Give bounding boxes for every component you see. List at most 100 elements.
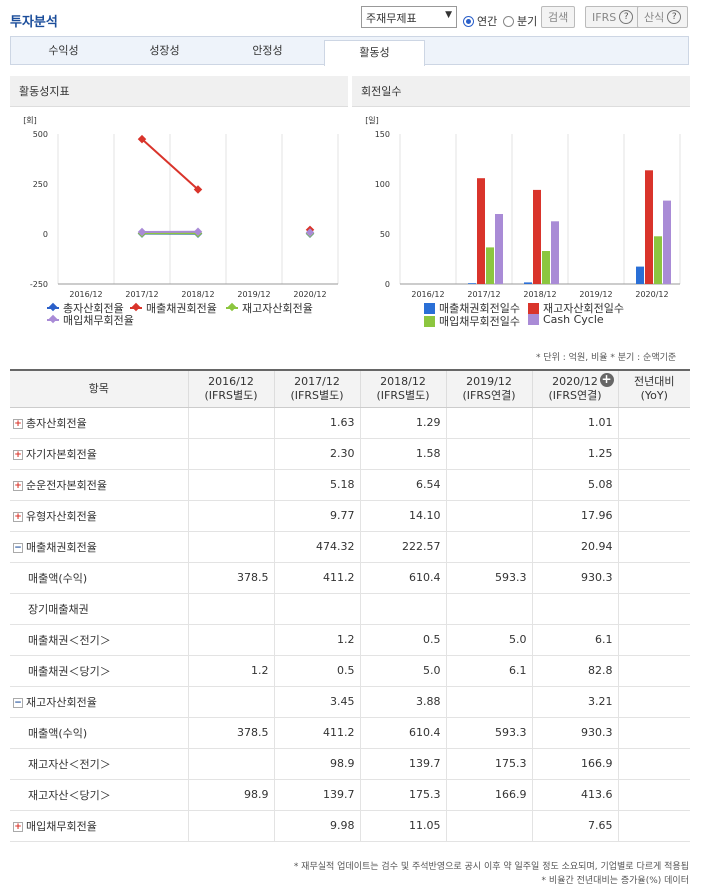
table-cell: 6.1 [446,655,533,687]
radio-annual[interactable]: 연간 [463,10,497,32]
table-cell: 9.98 [274,810,361,842]
table-row: − 재고자산회전율 3.45 3.88 3.21 [10,686,690,718]
row-label[interactable]: + 순운전자본회전율 [10,469,189,501]
bar [477,178,485,284]
table-row: 장기매출채권 [10,593,690,625]
tab-stability[interactable]: 안정성 [217,37,318,65]
row-label[interactable]: − 매출채권회전율 [10,531,189,563]
table-cell: 3.21 [532,686,619,718]
row-label: 매출채권＜당기＞ [10,655,189,687]
table-cell [446,438,533,470]
table-cell: 5.0 [360,655,447,687]
table-cell [188,593,275,625]
table-cell: 474.32 [274,531,361,563]
table-cell [618,407,690,439]
x-tick-label: 2017/12 [467,290,500,299]
table-cell [274,593,361,625]
row-label-text: 자기자본회전율 [26,447,97,461]
ifrs-button[interactable]: IFRS ? [585,6,641,28]
row-label[interactable]: − 재고자산회전율 [10,686,189,718]
legend-item[interactable]: 매출채권회전율 [130,300,217,316]
table-cell: 82.8 [532,655,619,687]
row-label-text: 순운전자본회전율 [26,478,107,492]
y-tick-label: 500 [33,130,48,139]
collapse-icon[interactable]: − [13,542,23,553]
legend-dot-icon [227,302,237,312]
table-cell: 98.9 [274,748,361,780]
row-label: 매출채권＜전기＞ [10,624,189,656]
expand-icon[interactable]: + [13,480,23,491]
table-cell [618,779,690,811]
x-tick-label: 2017/12 [125,290,158,299]
table-cell [618,469,690,501]
data-point [137,227,147,237]
table-cell [188,438,275,470]
table-row: + 유형자산회전율 9.77 14.10 17.96 [10,500,690,532]
x-tick-label: 2020/12 [293,290,326,299]
column-header: 전년대비 (YoY) [618,370,690,408]
bar [468,283,476,284]
table-cell [188,500,275,532]
y-tick-label: 50 [380,230,390,239]
radio-annual-label: 연간 [477,15,498,28]
legend-square-icon [424,315,435,327]
row-label-text: 재고자산＜전기＞ [28,757,111,771]
table-cell [446,593,533,625]
row-label[interactable]: + 매입채무회전율 [10,810,189,842]
table-cell: 0.5 [360,624,447,656]
expand-icon[interactable]: + [13,449,23,460]
column-header-text: 2018/12 [380,374,426,388]
radio-quarter[interactable]: 분기 [503,10,537,32]
column-header-text: 2016/12 [208,374,254,388]
legend-label: 매입채무회전일수 [439,315,520,328]
tab-growth[interactable]: 성장성 [114,37,215,65]
row-label-text: 매입채무회전율 [26,819,97,833]
collapse-icon[interactable]: − [13,697,23,708]
table-row: 매출채권＜전기＞ 1.2 0.5 5.0 6.1 [10,624,690,656]
bar [551,221,559,284]
footer-note: * 재무실적 업데이트는 검수 및 주석반영으로 공시 이후 약 일주일 정도 … [293,862,689,872]
table-cell: 593.3 [446,562,533,594]
row-label[interactable]: + 유형자산회전율 [10,500,189,532]
table-cell: 1.2 [188,655,275,687]
x-tick-label: 2018/12 [523,290,556,299]
row-label[interactable]: + 총자산회전율 [10,407,189,439]
legend-item[interactable]: Cash Cycle [528,313,604,326]
expand-plus-icon[interactable]: + [599,373,614,387]
expand-icon[interactable]: + [13,821,23,832]
chart-panel-turnover-days: 회전일수 [일] 150 100 50 0 2016/12 2017/12 2018/12 20… [352,76,690,336]
formula-button-label: 산식 [644,11,665,24]
row-label[interactable]: + 자기자본회전율 [10,438,189,470]
legend-item[interactable]: 재고자산회전율 [226,300,313,316]
statement-select[interactable]: 주재무제표 ▼ [361,6,457,28]
table-cell: 17.96 [532,500,619,532]
expand-icon[interactable]: + [13,418,23,429]
row-label-text: 장기매출채권 [28,602,89,616]
table-cell [446,531,533,563]
legend-label: 매출채권회전율 [146,302,217,315]
table-cell: 175.3 [446,748,533,780]
page-title: 투자분석 [10,15,58,30]
table-cell: 5.08 [532,469,619,501]
table-cell: 1.63 [274,407,361,439]
header: 투자분석 주재무제표 ▼ 연간 분기 검색 IFRS ? 산식 ? [10,0,690,35]
expand-icon[interactable]: + [13,511,23,522]
search-button[interactable]: 검색 [541,6,576,28]
legend-item[interactable]: 매입채무회전일수 [424,313,520,329]
legend-item[interactable]: 매입채무회전율 [47,312,134,328]
table-cell: 166.9 [446,779,533,811]
row-label: 매출액(수익) [10,717,189,749]
formula-button[interactable]: 산식 ? [637,6,689,28]
column-header: 2019/12 (IFRS연결) [446,370,533,408]
tab-profitability[interactable]: 수익성 [13,37,114,65]
row-label-text: 총자산회전율 [26,416,87,430]
table-row: + 총자산회전율 1.63 1.29 1.01 [10,407,690,439]
row-label-text: 매출액(수익) [28,571,88,585]
tab-activity[interactable]: 활동성 [324,40,425,66]
table-cell [618,655,690,687]
table-cell: 20.94 [532,531,619,563]
table-cell: 413.6 [532,779,619,811]
column-header-text: (IFRS연결) [548,388,602,402]
table-cell [618,686,690,718]
table-cell: 1.25 [532,438,619,470]
